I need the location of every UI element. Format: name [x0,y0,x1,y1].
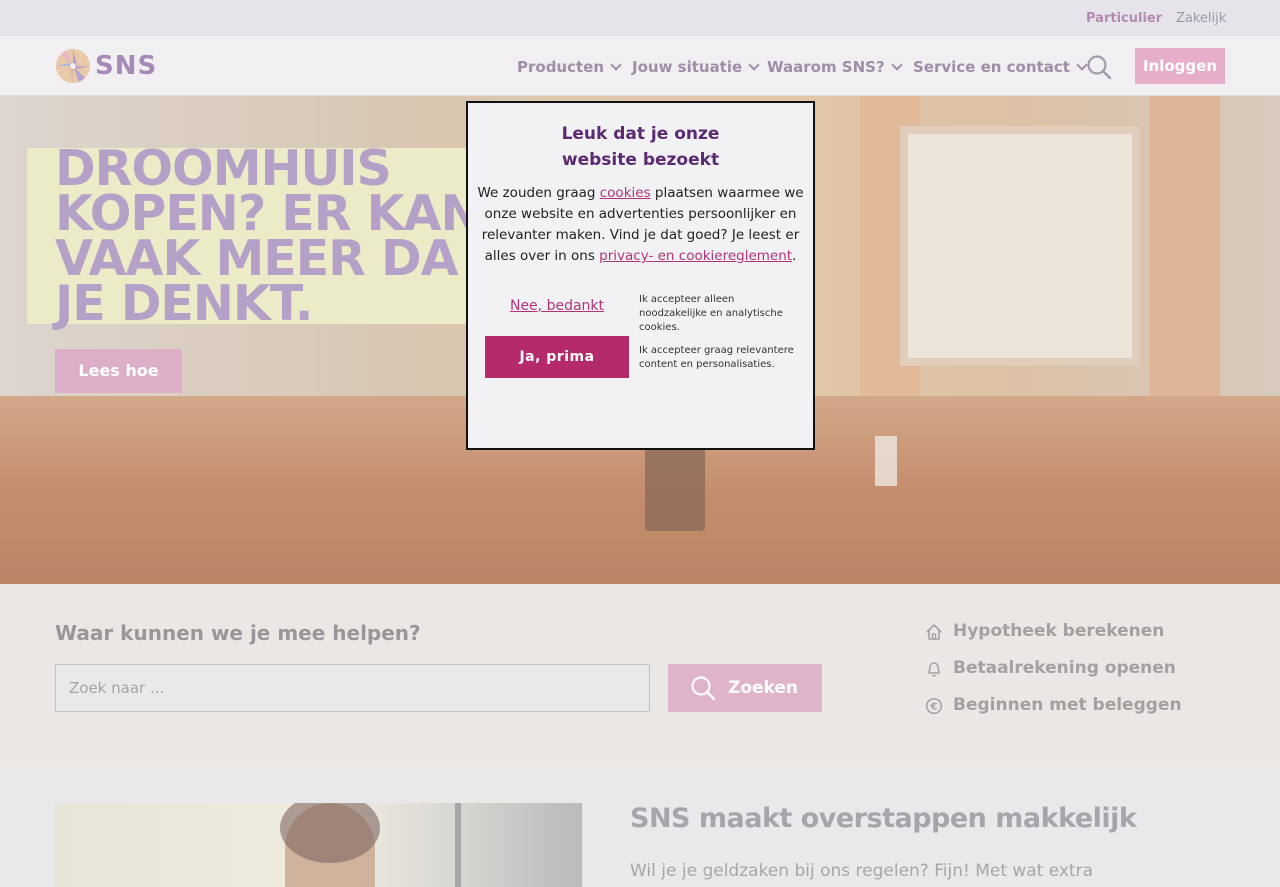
feature-text: Wil je je geldzaken bij ons regelen? Fij… [630,861,1094,881]
chevron-down-icon [748,59,760,71]
nav-item-producten[interactable]: Producten [517,58,622,76]
nav-item-label: Jouw situatie [632,58,743,76]
consent-text-part: . [792,248,797,264]
hero-photo-boots [645,441,705,531]
cookies-link[interactable]: cookies [600,185,651,201]
nav-item-service-en-contact[interactable]: Service en contact [913,58,1088,76]
main-navigation: SNS Producten Jouw situatie Waarom SNS? … [0,36,1280,96]
consent-text: We zouden graag cookies plaatsen waarmee… [474,183,807,267]
hero-title: DROOMHUIS KOPEN? ER KAN VAAK MEER DA JE … [55,140,481,332]
search-icon [691,676,716,701]
search-button-label: Zoeken [728,678,799,698]
quick-link-label: Betaalrekening openen [953,658,1176,678]
house-icon [926,624,942,640]
search-icon[interactable] [1086,54,1112,80]
help-title: Waar kunnen we je mee helpen? [55,621,421,645]
accept-description: Ik accepteer graag relevantere content e… [639,345,794,370]
quick-link-label: Beginnen met beleggen [953,695,1182,715]
photo-window-frame [455,803,461,887]
cookie-consent-dialog: Leuk dat je onze website bezoekt We zoud… [466,101,815,450]
login-button[interactable]: Inloggen [1135,48,1225,84]
segment-bar: Particulier Zakelijk [0,0,1280,36]
hero-photo-window [900,126,1140,366]
logo-wordmark: SNS [95,51,158,81]
search-input[interactable] [55,664,650,712]
privacy-cookie-policy-link[interactable]: privacy- en cookiereglement [599,248,792,264]
feature-photo [55,803,582,887]
accept-cookies-button[interactable]: Ja, prima [485,336,629,378]
read-how-button[interactable]: Lees hoe [55,349,182,393]
bell-icon [928,662,940,677]
svg-text:€: € [930,702,938,713]
nav-item-label: Waarom SNS? [767,58,885,76]
switching-feature-section: SNS maakt overstappen makkelijk Wil je j… [0,766,1280,887]
nav-item-label: Service en contact [913,58,1070,76]
euro-icon: € [925,697,943,715]
nav-item-jouw-situatie[interactable]: Jouw situatie [632,58,760,76]
sns-logo[interactable]: SNS [55,48,165,84]
help-section: Waar kunnen we je mee helpen? Zoeken Hyp… [0,584,1280,766]
hero-photo-curtain [1150,96,1220,416]
decline-description: Ik accepteer alleen noodzakelijke en ana… [639,294,783,333]
sns-logo-icon [56,49,90,83]
consent-title: Leuk dat je onze website bezoekt [561,124,720,170]
segment-link-business[interactable]: Zakelijk [1176,11,1226,26]
feature-title: SNS maakt overstappen makkelijk [630,803,1137,834]
search-button[interactable]: Zoeken [668,664,822,712]
quick-link-label: Hypotheek berekenen [953,621,1165,641]
chevron-down-icon [891,59,903,71]
chevron-down-icon [610,59,622,71]
consent-text-part: We zouden graag [477,185,600,201]
hero-photo-glass [875,436,897,486]
segment-link-private[interactable]: Particulier [1086,11,1162,26]
decline-cookies-button[interactable]: Nee, bedankt [486,298,628,314]
nav-item-label: Producten [517,58,605,76]
nav-item-waarom-sns[interactable]: Waarom SNS? [767,58,903,76]
